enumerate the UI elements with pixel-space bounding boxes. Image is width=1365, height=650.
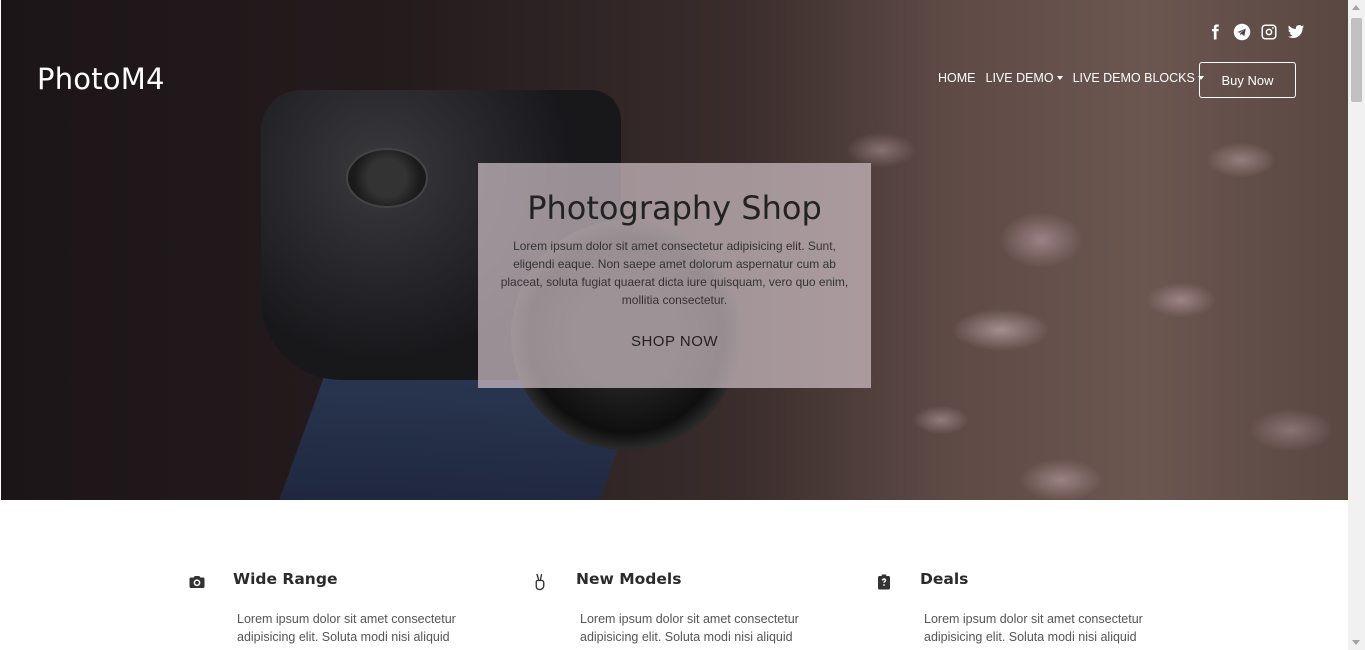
facebook-icon[interactable] [1205,22,1224,41]
scroll-up-arrow-icon[interactable] [1352,5,1360,10]
nav-live-demo[interactable]: LIVE DEMO [986,71,1063,85]
nav-home-label: HOME [938,71,976,85]
page-scrollbar[interactable] [1348,0,1365,650]
telegram-icon[interactable] [1232,22,1251,41]
hero-image-camera-dial [346,148,428,208]
nav-live-demo-label: LIVE DEMO [985,71,1054,85]
main-nav: HOME LIVE DEMO LIVE DEMO BLOCKS [938,71,1204,85]
twitter-icon[interactable] [1286,22,1305,41]
feature-text: Lorem ipsum dolor sit amet consectetur a… [237,612,456,644]
clipboard-icon [875,573,893,591]
feature-title: Wide Range [233,570,338,588]
shop-now-button[interactable]: SHOP NOW [478,333,871,350]
nav-live-demo-blocks[interactable]: LIVE DEMO BLOCKS [1073,71,1204,85]
instagram-icon[interactable] [1259,22,1278,41]
feature-title: New Models [576,570,682,588]
caret-down-icon [1056,76,1063,80]
nav-live-demo-blocks-label: LIVE DEMO BLOCKS [1072,71,1195,85]
social-links [1205,22,1305,41]
feature-text: Lorem ipsum dolor sit amet consectetur a… [580,612,799,644]
camera-icon [188,573,206,591]
feature-text: Lorem ipsum dolor sit amet consectetur a… [924,612,1143,644]
scrollbar-thumb[interactable] [1351,18,1362,102]
feature-title: Deals [920,570,969,588]
scroll-down-arrow-icon[interactable] [1352,640,1360,645]
hero-text: Lorem ipsum dolor sit amet consectetur a… [500,239,849,307]
hero-title: Photography Shop [527,189,822,227]
hero-card: Photography Shop Lorem ipsum dolor sit a… [478,163,871,388]
nav-home[interactable]: HOME [938,71,976,85]
peace-hand-icon [531,573,549,591]
brand-logo[interactable]: PhotoM4 [37,62,165,96]
buy-now-button[interactable]: Buy Now [1199,62,1296,98]
